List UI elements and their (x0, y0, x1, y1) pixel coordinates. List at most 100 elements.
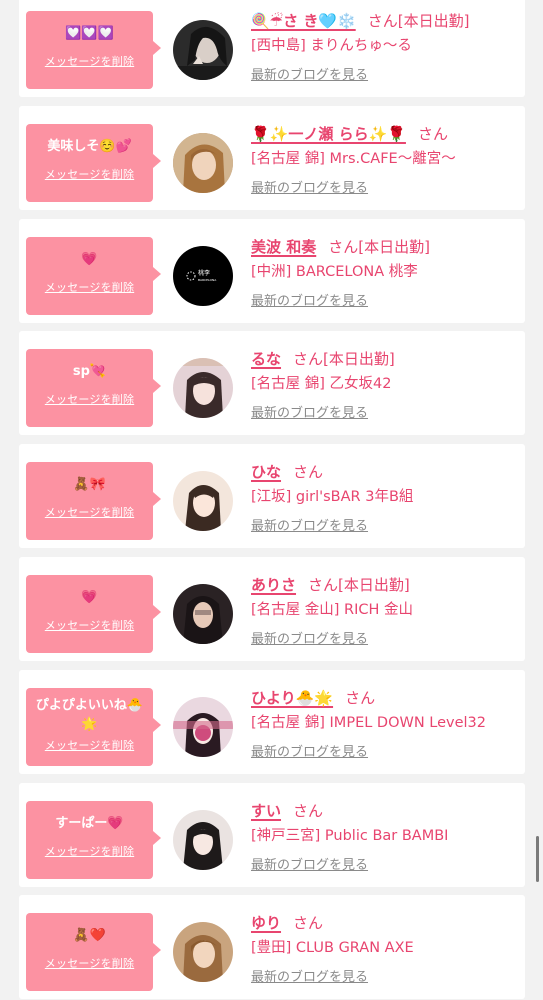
svg-text:桃李: 桃李 (198, 269, 210, 277)
latest-blog-link[interactable]: 最新のブログを見る (251, 515, 368, 534)
message-text: 💗 (81, 251, 98, 267)
delete-message-link[interactable]: メッセージを削除 (45, 955, 134, 971)
avatar[interactable] (173, 471, 233, 532)
cast-name-link[interactable]: ゆり (251, 914, 281, 932)
list-item: 🧸🎀 メッセージを削除 ひな さん [江坂] girl'sBAR 3年B組 最新の… (19, 444, 525, 549)
delete-message-link[interactable]: メッセージを削除 (45, 53, 134, 69)
avatar[interactable] (173, 132, 233, 193)
shop-name[interactable]: [名古屋 錦] IMPEL DOWN Level32 (251, 713, 519, 733)
name-line: 美波 和奏 さん[本日出勤] (251, 236, 519, 258)
name-line: 🌹✨一ノ瀬 らら✨🌹 さん (251, 123, 519, 145)
avatar[interactable] (173, 583, 233, 644)
delete-message-link[interactable]: メッセージを削除 (45, 166, 134, 182)
list-item: sp💘 メッセージを削除 るな さん[本日出勤] [名古屋 錦] 乙女坂42 最新… (19, 331, 525, 436)
scrollbar-thumb[interactable] (536, 836, 539, 882)
latest-blog-link[interactable]: 最新のブログを見る (251, 290, 368, 309)
message-list: 💟💟💟 メッセージを削除 🍭☔さ き🩵❄️ さん[本日出勤] [西中島] まりんち… (19, 0, 525, 1000)
list-item: 美味しそ☺️💕 メッセージを削除 🌹✨一ノ瀬 らら✨🌹 さん [名古屋 錦] Mr… (19, 105, 525, 210)
cast-info: るな さん[本日出勤] [名古屋 錦] 乙女坂42 最新のブログを見る (251, 348, 519, 421)
name-line: ゆり さん (251, 912, 519, 934)
honorific: さん (293, 463, 324, 482)
avatar[interactable] (173, 20, 233, 80)
list-item: 💟💟💟 メッセージを削除 🍭☔さ き🩵❄️ さん[本日出勤] [西中島] まりんち… (19, 0, 525, 97)
avatar[interactable] (173, 696, 233, 757)
status-badge: [本日出勤] (323, 350, 395, 369)
cast-name-link[interactable]: 🌹✨一ノ瀬 らら✨🌹 (251, 125, 406, 143)
honorific: さん (293, 801, 324, 820)
shop-name[interactable]: [中洲] BARCELONA 桃李 (251, 262, 519, 282)
delete-message-link[interactable]: メッセージを削除 (45, 391, 134, 407)
shop-name[interactable]: [豊田] CLUB GRAN AXE (251, 938, 519, 958)
avatar[interactable]: 桃李 BARCELONA (173, 245, 233, 306)
status-badge: [本日出勤] (338, 575, 410, 594)
message-list-screen: 💟💟💟 メッセージを削除 🍭☔さ き🩵❄️ さん[本日出勤] [西中島] まりんち… (0, 0, 543, 1000)
status-badge: [本日出勤] (358, 237, 430, 256)
avatar[interactable] (173, 922, 233, 983)
message-bubble: 🧸❤️ メッセージを削除 (26, 913, 161, 992)
delete-message-link[interactable]: メッセージを削除 (45, 843, 134, 859)
honorific: さん (293, 350, 324, 369)
avatar[interactable] (173, 809, 233, 870)
cast-info: 美波 和奏 さん[本日出勤] [中洲] BARCELONA 桃李 最新のブログを見… (251, 236, 519, 309)
message-text: 🧸❤️ (73, 928, 106, 944)
message-bubble: 💗 メッセージを削除 (26, 574, 161, 653)
name-line: ありさ さん[本日出勤] (251, 574, 519, 596)
name-line: ひより🐣🌟 さん (251, 687, 519, 709)
delete-message-link[interactable]: メッセージを削除 (45, 279, 134, 295)
message-text: 美味しそ☺️💕 (47, 138, 132, 154)
svg-text:BARCELONA: BARCELONA (198, 278, 217, 282)
list-item: 💗 メッセージを削除 ありさ さん[本日出勤] [名古屋 金山] RICH 金山 … (19, 556, 525, 661)
cast-info: ありさ さん[本日出勤] [名古屋 金山] RICH 金山 最新のブログを見る (251, 574, 519, 647)
list-item: ぴよぴよいいね🐣🌟 メッセージを削除 ひより🐣🌟 さん [名古屋 錦] IMPEL… (19, 669, 525, 774)
honorific: さん (293, 914, 324, 933)
message-text: 💟💟💟 (65, 26, 114, 41)
delete-message-link[interactable]: メッセージを削除 (45, 504, 134, 520)
cast-info: ひな さん [江坂] girl'sBAR 3年B組 最新のブログを見る (251, 461, 519, 534)
shop-name[interactable]: [西中島] まりんちゅ～る (251, 36, 519, 56)
delete-message-link[interactable]: メッセージを削除 (45, 617, 134, 633)
honorific: さん (345, 688, 376, 707)
message-text: 🧸🎀 (73, 477, 106, 493)
honorific: さん (367, 12, 398, 30)
list-item: 🧸❤️ メッセージを削除 ゆり さん [豊田] CLUB GRAN AXE 最新の… (19, 895, 525, 1000)
list-item: すーぱー💗 メッセージを削除 すい さん [神戸三宮] Public Bar BA… (19, 782, 525, 887)
delete-message-link[interactable]: メッセージを削除 (45, 737, 134, 753)
shop-name[interactable]: [名古屋 金山] RICH 金山 (251, 600, 519, 620)
message-bubble: sp💘 メッセージを削除 (26, 349, 161, 428)
cast-info: ひより🐣🌟 さん [名古屋 錦] IMPEL DOWN Level32 最新のブロ… (251, 687, 519, 760)
message-text: ぴよぴよいいね🐣🌟 (35, 697, 144, 732)
status-badge: [本日出勤] (397, 12, 470, 30)
shop-name[interactable]: [名古屋 錦] Mrs.CAFE～離宮～ (251, 149, 519, 169)
shop-name[interactable]: [神戸三宮] Public Bar BAMBI (251, 826, 519, 846)
message-text: sp💘 (72, 364, 107, 380)
latest-blog-link[interactable]: 最新のブログを見る (251, 628, 368, 647)
cast-name-link[interactable]: ひな (251, 463, 281, 481)
cast-name-link[interactable]: るな (251, 350, 281, 368)
message-bubble: ぴよぴよいいね🐣🌟 メッセージを削除 (26, 687, 161, 766)
latest-blog-link[interactable]: 最新のブログを見る (251, 177, 368, 196)
latest-blog-link[interactable]: 最新のブログを見る (251, 966, 368, 985)
shop-name[interactable]: [名古屋 錦] 乙女坂42 (251, 374, 519, 394)
latest-blog-link[interactable]: 最新のブログを見る (251, 402, 368, 421)
cast-info: ゆり さん [豊田] CLUB GRAN AXE 最新のブログを見る (251, 912, 519, 985)
latest-blog-link[interactable]: 最新のブログを見る (251, 854, 368, 873)
message-bubble: 💟💟💟 メッセージを削除 (26, 11, 161, 89)
message-text: 💗 (81, 589, 98, 605)
honorific: さん (417, 124, 448, 143)
cast-name-link[interactable]: ひより🐣🌟 (251, 689, 333, 707)
avatar[interactable] (173, 358, 233, 419)
shop-name[interactable]: [江坂] girl'sBAR 3年B組 (251, 487, 519, 507)
message-bubble: 美味しそ☺️💕 メッセージを削除 (26, 123, 161, 202)
latest-blog-link[interactable]: 最新のブログを見る (251, 64, 368, 83)
cast-info: すい さん [神戸三宮] Public Bar BAMBI 最新のブログを見る (251, 800, 519, 873)
name-line: すい さん (251, 800, 519, 822)
cast-name-link[interactable]: 美波 和奏 (251, 238, 316, 256)
name-line: るな さん[本日出勤] (251, 348, 519, 370)
name-line: 🍭☔さ き🩵❄️ さん[本日出勤] (251, 10, 519, 32)
cast-name-link[interactable]: すい (251, 802, 281, 820)
message-bubble: 🧸🎀 メッセージを削除 (26, 462, 161, 541)
latest-blog-link[interactable]: 最新のブログを見る (251, 741, 368, 760)
cast-name-link[interactable]: ありさ (251, 576, 296, 594)
name-line: ひな さん (251, 461, 519, 483)
cast-name-link[interactable]: 🍭☔さ き🩵❄️ (251, 12, 356, 30)
